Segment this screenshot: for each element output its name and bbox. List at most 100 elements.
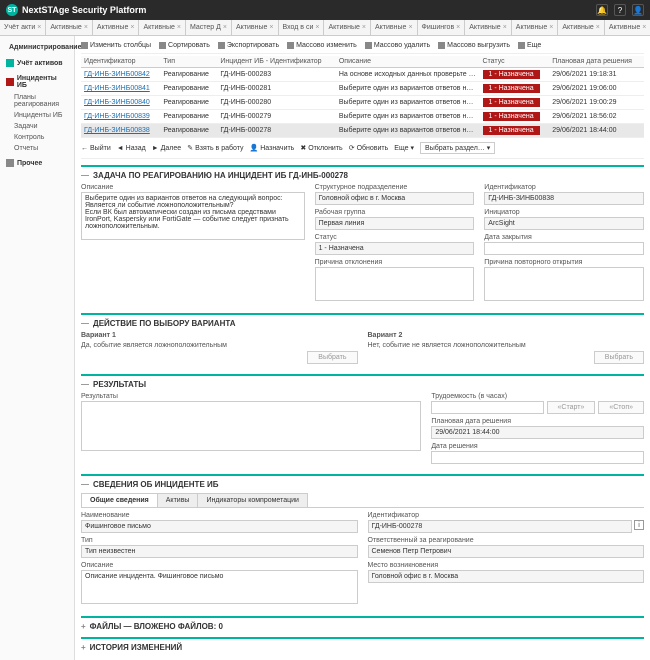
sidebar-admin[interactable]: Администрирование [0,40,74,54]
start-button[interactable]: «Старт» [547,401,596,414]
refresh-button[interactable]: ⟳ Обновить [349,142,389,154]
grid-header[interactable]: Инцидент ИБ - Идентификатор [217,56,335,68]
help-icon[interactable]: ? [614,4,626,16]
info-icon[interactable]: i [634,520,644,530]
top-tab[interactable]: Активные× [465,20,512,35]
row-id-link[interactable]: ГД-ИНБ-ЗИНБ00838 [84,127,150,134]
grid-header[interactable]: Тип [160,56,217,68]
top-tab[interactable]: Фишингов× [418,20,466,35]
sidebar-item[interactable]: Планы реагирования [0,92,74,110]
toolbar-button[interactable]: Массово изменить [287,42,357,49]
close-icon[interactable]: × [315,24,319,31]
close-icon[interactable]: × [549,24,553,31]
top-tab[interactable]: Активные× [232,20,279,35]
sidebar-item[interactable]: Отчеты [0,143,74,154]
sidebar-other[interactable]: Прочее [0,156,74,170]
incident-subtab[interactable]: Индикаторы компрометации [197,493,307,507]
results-field[interactable] [81,401,421,451]
top-tab[interactable]: Мастер Д× [186,20,232,35]
collapse-icon[interactable]: — [81,480,89,489]
collapse-icon[interactable]: — [81,319,89,328]
inc-resp-field: Семенов Петр Петрович [368,545,645,558]
v2-select-button[interactable]: Выбрать [594,351,644,364]
close-icon[interactable]: × [642,24,646,31]
collapse-icon[interactable]: — [81,171,89,180]
close-icon[interactable]: × [84,24,88,31]
table-row[interactable]: ГД-ИНБ-ЗИНБ00842РеагированиеГД-ИНБ-00028… [81,68,644,82]
task-section: —ЗАДАЧА ПО РЕАГИРОВАНИЮ НА ИНЦИДЕНТ ИБ Г… [81,165,644,307]
v1-select-button[interactable]: Выбрать [307,351,357,364]
more-button[interactable]: Еще ▾ [394,142,414,154]
toolbar-button[interactable]: Еще [518,42,541,49]
exit-button[interactable]: ← Выйти [81,142,111,154]
prev-button[interactable]: ◄ Назад [117,142,146,154]
toolbar-button[interactable]: Сортировать [159,42,210,49]
row-id-link[interactable]: ГД-ИНБ-ЗИНБ00839 [84,113,150,120]
top-tab[interactable]: Активные× [46,20,93,35]
toolbar-button[interactable]: Изменить столбцы [81,42,151,49]
incident-subtab[interactable]: Активы [157,493,199,507]
close-icon[interactable]: × [223,24,227,31]
close-icon[interactable]: × [596,24,600,31]
status-badge: 1 - Назначена [483,112,540,121]
toolbar-button[interactable]: Массово удалить [365,42,430,49]
top-tab[interactable]: Активные× [93,20,140,35]
expand-icon[interactable]: + [81,643,86,652]
close-icon[interactable]: × [37,24,41,31]
toolbar-button[interactable]: Массово выгрузить [438,42,510,49]
close-icon[interactable]: × [456,24,460,31]
next-button[interactable]: ► Далее [152,142,181,154]
top-tab[interactable]: Активные× [512,20,559,35]
grid-header[interactable]: Идентификатор [81,56,160,68]
sidebar-item[interactable]: Инциденты ИБ [0,110,74,121]
close-icon[interactable]: × [408,24,412,31]
section-dropdown[interactable]: Выбрать раздел… ▾ [420,142,495,154]
sidebar-incidents[interactable]: Инциденты ИБ [0,72,74,92]
top-tab[interactable]: Активные× [371,20,418,35]
top-tab[interactable]: Вход в си× [279,20,325,35]
grid-header[interactable]: Описание [336,56,480,68]
expand-icon[interactable]: + [81,622,86,631]
close-icon[interactable]: × [362,24,366,31]
sidebar-item[interactable]: Контроль [0,132,74,143]
reopen-field[interactable] [484,267,644,301]
table-row[interactable]: ГД-ИНБ-ЗИНБ00840РеагированиеГД-ИНБ-00028… [81,96,644,110]
close-icon[interactable]: × [130,24,134,31]
top-tab[interactable]: Активные× [605,20,650,35]
reason-field[interactable] [315,267,475,301]
close-icon[interactable]: × [177,24,181,31]
row-id-link[interactable]: ГД-ИНБ-ЗИНБ00840 [84,99,150,106]
top-tab[interactable]: Активные× [558,20,605,35]
row-id-link[interactable]: ГД-ИНБ-ЗИНБ00842 [84,71,150,78]
row-id-link[interactable]: ГД-ИНБ-ЗИНБ00841 [84,85,150,92]
inc-desc-field[interactable]: Описание инцидента. Фишинговое письмо [81,570,358,604]
top-tab[interactable]: Активные× [324,20,371,35]
user-icon[interactable]: 👤 [632,4,644,16]
top-tab[interactable]: Активные× [139,20,186,35]
effort-field[interactable] [431,401,543,414]
close-icon[interactable]: × [269,24,273,31]
incident-subtab[interactable]: Общие сведения [81,493,158,507]
reject-button[interactable]: ✖ Отклонить [300,142,342,154]
stop-button[interactable]: «Стоп» [598,401,644,414]
notifications-icon[interactable]: 🔔 [596,4,608,16]
top-tab[interactable]: Учёт акти× [0,20,46,35]
status-badge: 1 - Назначена [483,98,540,107]
topbar-right: 🔔 ? 👤 [596,4,644,16]
sidebar-assets[interactable]: Учёт активов [0,56,74,70]
take-button[interactable]: ✎ Взять в работу [187,142,243,154]
table-row[interactable]: ГД-ИНБ-ЗИНБ00839РеагированиеГД-ИНБ-00027… [81,110,644,124]
task-desc[interactable]: Выберите один из вариантов ответов на сл… [81,192,305,240]
actual-field[interactable] [431,451,644,464]
collapse-icon[interactable]: — [81,380,89,389]
sidebar-item[interactable]: Задачи [0,121,74,132]
toolbar-button[interactable]: Экспортировать [218,42,279,49]
grid-header[interactable]: Плановая дата решения [549,56,644,68]
grid-header[interactable]: Статус [480,56,550,68]
inc-name-label: Наименование [81,512,358,519]
closedate-field[interactable] [484,242,644,255]
table-row[interactable]: ГД-ИНБ-ЗИНБ00841РеагированиеГД-ИНБ-00028… [81,82,644,96]
table-row[interactable]: ГД-ИНБ-ЗИНБ00838РеагированиеГД-ИНБ-00027… [81,124,644,138]
assign-button[interactable]: 👤 Назначить [250,142,295,154]
close-icon[interactable]: × [503,24,507,31]
